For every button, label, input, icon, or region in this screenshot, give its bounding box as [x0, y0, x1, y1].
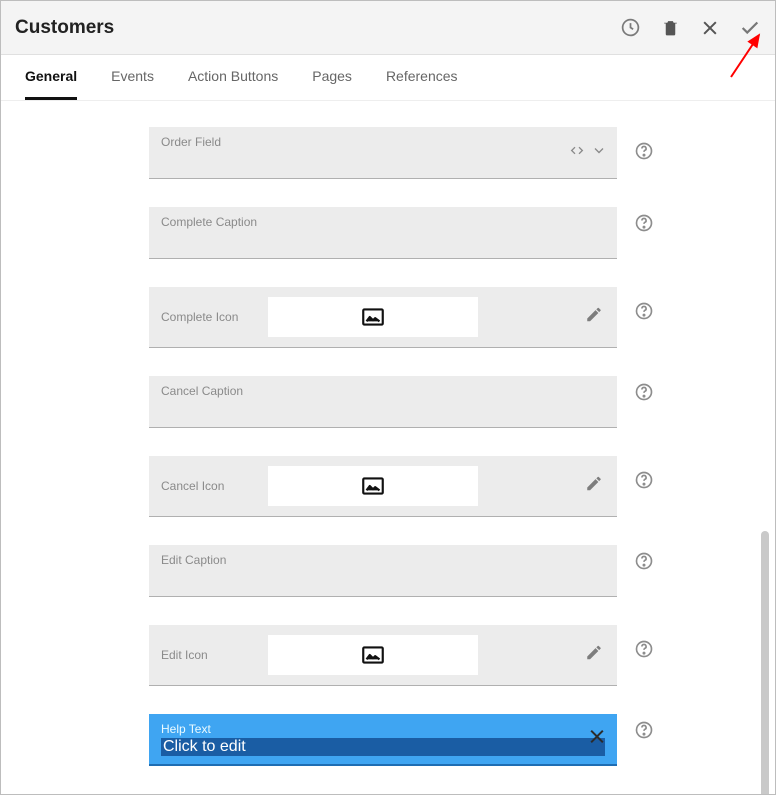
field-edit-caption[interactable]: Edit Caption [149, 545, 617, 597]
confirm-check-icon[interactable] [739, 17, 761, 39]
help-icon[interactable] [633, 720, 655, 740]
label-complete-caption: Complete Caption [161, 215, 605, 229]
label-complete-icon: Complete Icon [161, 310, 256, 324]
label-edit-icon: Edit Icon [161, 648, 256, 662]
title-actions [619, 17, 761, 39]
help-icon[interactable] [633, 382, 655, 402]
titlebar: Customers [1, 1, 775, 55]
help-icon[interactable] [633, 141, 655, 161]
help-icon[interactable] [633, 639, 655, 659]
field-list: Order Field Compl [149, 127, 655, 794]
label-order-field: Order Field [161, 135, 605, 149]
label-edit-caption: Edit Caption [161, 553, 605, 567]
delete-icon[interactable] [659, 17, 681, 39]
tab-events[interactable]: Events [111, 55, 154, 100]
pencil-icon[interactable] [585, 306, 603, 329]
image-placeholder[interactable] [268, 635, 478, 675]
scrollbar-thumb[interactable] [761, 531, 769, 794]
field-order-field[interactable]: Order Field [149, 127, 617, 179]
help-icon[interactable] [633, 213, 655, 233]
row-edit-icon: Edit Icon [149, 625, 655, 686]
help-icon[interactable] [633, 470, 655, 490]
pencil-icon[interactable] [585, 475, 603, 498]
field-complete-icon[interactable]: Complete Icon [149, 287, 617, 348]
help-text-placeholder[interactable]: Click to edit [161, 738, 605, 756]
help-icon[interactable] [633, 301, 655, 321]
field-complete-caption[interactable]: Complete Caption [149, 207, 617, 259]
image-placeholder[interactable] [268, 466, 478, 506]
image-placeholder[interactable] [268, 297, 478, 337]
tab-strip: General Events Action Buttons Pages Refe… [1, 55, 775, 101]
editor-window: Customers General Events Action Buttons … [0, 0, 776, 795]
field-cancel-icon[interactable]: Cancel Icon [149, 456, 617, 517]
row-complete-caption: Complete Caption [149, 207, 655, 259]
close-icon[interactable] [699, 17, 721, 39]
history-icon[interactable] [619, 17, 641, 39]
row-cancel-caption: Cancel Caption [149, 376, 655, 428]
tab-pages[interactable]: Pages [312, 55, 352, 100]
clear-icon[interactable] [587, 727, 607, 752]
tab-action-buttons[interactable]: Action Buttons [188, 55, 278, 100]
dropdown-icons [569, 142, 607, 163]
page-title: Customers [15, 17, 619, 39]
form-scroll-area[interactable]: Order Field Compl [1, 101, 775, 794]
field-edit-icon[interactable]: Edit Icon [149, 625, 617, 686]
tab-general[interactable]: General [25, 55, 77, 100]
row-complete-icon: Complete Icon [149, 287, 655, 348]
row-cancel-icon: Cancel Icon [149, 456, 655, 517]
row-help-text: Help Text Click to edit [149, 714, 655, 766]
label-cancel-icon: Cancel Icon [161, 479, 256, 493]
help-icon[interactable] [633, 551, 655, 571]
row-edit-caption: Edit Caption [149, 545, 655, 597]
pencil-icon[interactable] [585, 644, 603, 667]
tab-references[interactable]: References [386, 55, 458, 100]
row-order-field: Order Field [149, 127, 655, 179]
chevron-down-icon[interactable] [591, 142, 607, 163]
field-help-text[interactable]: Help Text Click to edit [149, 714, 617, 766]
label-help-text: Help Text [161, 722, 605, 736]
label-cancel-caption: Cancel Caption [161, 384, 605, 398]
field-cancel-caption[interactable]: Cancel Caption [149, 376, 617, 428]
code-icon[interactable] [569, 142, 585, 163]
